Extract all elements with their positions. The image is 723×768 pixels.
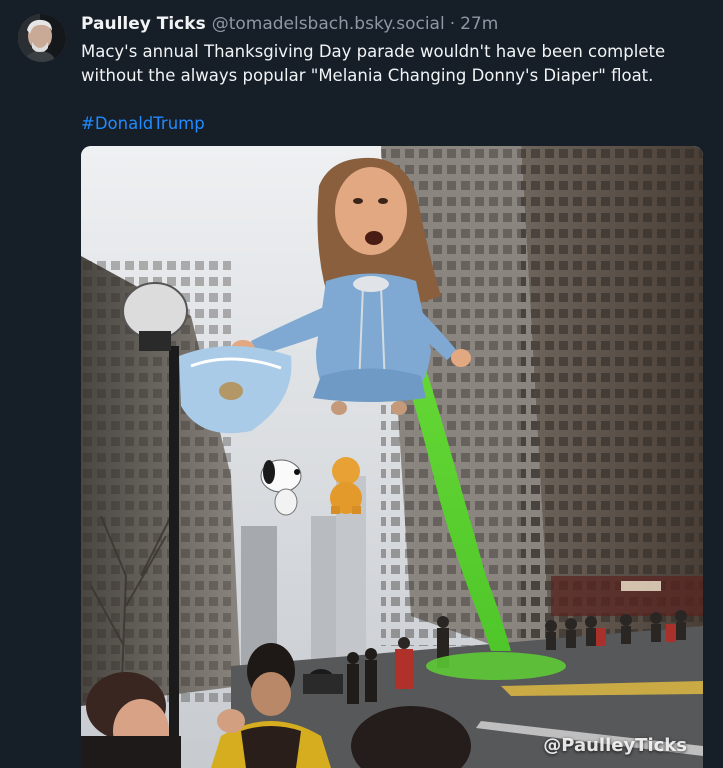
hashtag-link[interactable]: #DonaldTrump bbox=[81, 112, 205, 136]
post-text: Macy's annual Thanksgiving Day parade wo… bbox=[81, 40, 709, 88]
post-header: Paulley Ticks @tomadelsbach.bsky.social … bbox=[81, 12, 498, 36]
parade-scene bbox=[81, 146, 703, 768]
avatar[interactable] bbox=[18, 14, 66, 62]
post-image[interactable]: @PaulleyTicks bbox=[81, 146, 703, 768]
author-handle[interactable]: @tomadelsbach.bsky.social bbox=[212, 12, 445, 36]
timestamp[interactable]: 27m bbox=[460, 12, 498, 36]
image-watermark: @PaulleyTicks bbox=[543, 735, 687, 756]
author-name[interactable]: Paulley Ticks bbox=[81, 12, 206, 36]
post: Paulley Ticks @tomadelsbach.bsky.social … bbox=[0, 0, 723, 768]
avatar-image bbox=[18, 14, 66, 62]
post-body: Macy's annual Thanksgiving Day parade wo… bbox=[81, 42, 666, 85]
separator-dot: · bbox=[449, 14, 456, 34]
